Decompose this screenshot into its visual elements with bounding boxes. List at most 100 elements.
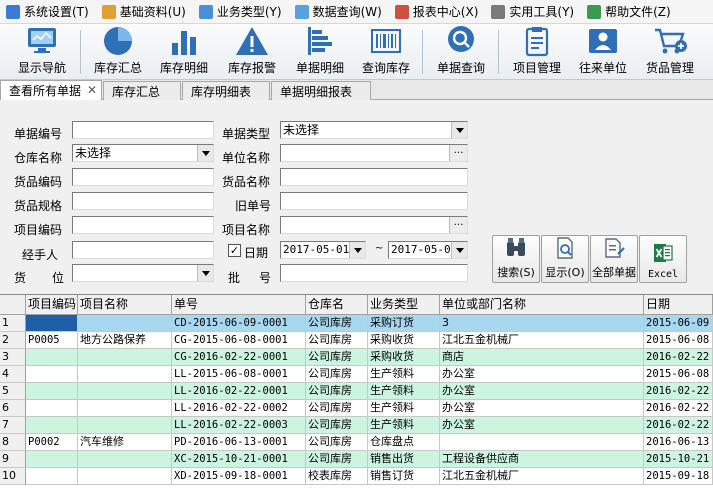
column-header[interactable]: 业务类型: [368, 295, 440, 315]
table-cell[interactable]: P0002: [26, 434, 78, 451]
excel-button[interactable]: Excel: [639, 235, 687, 283]
table-cell[interactable]: [26, 366, 78, 383]
date-to-picker[interactable]: 2017-05-05: [388, 241, 468, 259]
inventory-alarm-button[interactable]: 库存报警: [222, 24, 282, 80]
table-cell[interactable]: LL-2016-02-22-0003: [172, 417, 306, 434]
table-row[interactable]: 5 LL-2016-02-22-0001 公司库房 生产领料 办公室 2016-02-22: [0, 383, 713, 400]
table-cell[interactable]: 生产领料: [368, 400, 440, 417]
table-cell[interactable]: 办公室: [440, 417, 644, 434]
chevron-down-icon[interactable]: [197, 145, 213, 161]
date-checkbox[interactable]: ✓: [228, 244, 241, 257]
tab-inventory-detail[interactable]: 库存明细表: [182, 81, 270, 100]
table-cell[interactable]: 江北五金机械厂: [440, 332, 644, 349]
table-cell[interactable]: [26, 468, 78, 485]
column-header[interactable]: 单位或部门名称: [440, 295, 644, 315]
table-cell[interactable]: [78, 468, 172, 485]
table-cell[interactable]: 生产领料: [368, 366, 440, 383]
table-cell[interactable]: [26, 400, 78, 417]
table-cell[interactable]: 公司库房: [306, 332, 368, 349]
table-row[interactable]: 3 CG-2016-02-22-0001 公司库房 采购收货 商店 2016-02-22: [0, 349, 713, 366]
table-cell[interactable]: PD-2016-06-13-0001: [172, 434, 306, 451]
table-cell[interactable]: 2015-10-21: [644, 451, 713, 468]
column-header[interactable]: 单号: [172, 295, 306, 315]
goods-name-input[interactable]: [280, 168, 468, 186]
all-documents-button[interactable]: 全部单据: [590, 235, 638, 283]
ellipsis-icon[interactable]: …: [449, 217, 467, 233]
table-cell[interactable]: 生产领料: [368, 417, 440, 434]
table-cell[interactable]: [78, 383, 172, 400]
batch-input[interactable]: [280, 264, 468, 282]
table-row[interactable]: 6 LL-2016-02-22-0002 公司库房 生产领料 办公室 2016-02-22: [0, 400, 713, 417]
date-from-picker[interactable]: 2017-05-01: [280, 241, 366, 259]
table-cell[interactable]: [78, 315, 172, 332]
warehouse-select[interactable]: 未选择: [72, 144, 214, 162]
table-cell[interactable]: [26, 451, 78, 468]
table-cell[interactable]: 公司库房: [306, 417, 368, 434]
inventory-summary-button[interactable]: 库存汇总: [88, 24, 148, 80]
table-cell[interactable]: 2015-06-09: [644, 315, 713, 332]
table-cell[interactable]: 地方公路保养: [78, 332, 172, 349]
table-cell[interactable]: CD-2015-06-09-0001: [172, 315, 306, 332]
table-cell[interactable]: 办公室: [440, 383, 644, 400]
menu-item[interactable]: 业务类型(Y): [193, 0, 289, 24]
table-row[interactable]: 10 XD-2015-09-18-0001 校表库房 销售订货 江北五金机械厂 2015-…: [0, 468, 713, 485]
tab-all-documents[interactable]: 查看所有单据 ✕: [0, 80, 102, 100]
table-cell[interactable]: 公司库房: [306, 366, 368, 383]
table-cell[interactable]: CG-2016-02-22-0001: [172, 349, 306, 366]
inventory-query-button[interactable]: 查询库存: [358, 24, 414, 80]
show-button[interactable]: 显示(O): [541, 235, 589, 283]
position-select[interactable]: [72, 264, 214, 282]
table-cell[interactable]: [26, 349, 78, 366]
document-detail-button[interactable]: 单据明细: [290, 24, 350, 80]
table-cell[interactable]: 公司库房: [306, 349, 368, 366]
table-row[interactable]: 4 LL-2015-06-08-0001 公司库房 生产领料 办公室 2015-06-08: [0, 366, 713, 383]
chevron-down-icon[interactable]: [197, 265, 213, 281]
table-cell[interactable]: XC-2015-10-21-0001: [172, 451, 306, 468]
table-cell[interactable]: 工程设备供应商: [440, 451, 644, 468]
table-cell[interactable]: 校表库房: [306, 468, 368, 485]
table-row[interactable]: 1 CD-2015-06-09-0001 公司库房 采购订货 3 2015-06-09: [0, 315, 713, 332]
table-cell[interactable]: 生产领料: [368, 383, 440, 400]
table-cell[interactable]: 2016-02-22: [644, 417, 713, 434]
table-cell[interactable]: LL-2016-02-22-0001: [172, 383, 306, 400]
column-header[interactable]: 仓库名: [306, 295, 368, 315]
table-row[interactable]: 8 P0002 汽车维修 PD-2016-06-13-0001 公司库房 仓库盘点 2016…: [0, 434, 713, 451]
table-cell[interactable]: 销售出货: [368, 451, 440, 468]
goods-code-input[interactable]: [72, 168, 214, 186]
table-cell[interactable]: 2015-06-08: [644, 366, 713, 383]
table-cell[interactable]: 采购收货: [368, 332, 440, 349]
table-cell[interactable]: 2016-06-13: [644, 434, 713, 451]
table-cell[interactable]: CG-2015-06-08-0001: [172, 332, 306, 349]
table-row[interactable]: 7 LL-2016-02-22-0003 公司库房 生产领料 办公室 2016-02-22: [0, 417, 713, 434]
table-cell[interactable]: 公司库房: [306, 400, 368, 417]
table-cell[interactable]: 公司库房: [306, 451, 368, 468]
old-no-input[interactable]: [280, 192, 468, 210]
table-cell[interactable]: 3: [440, 315, 644, 332]
table-cell[interactable]: 2015-06-08: [644, 332, 713, 349]
tab-document-detail-report[interactable]: 单据明细报表: [271, 81, 371, 100]
project-management-button[interactable]: 项目管理: [508, 24, 566, 80]
table-cell[interactable]: 采购收货: [368, 349, 440, 366]
menu-item[interactable]: 系统设置(T): [0, 0, 96, 24]
menu-item[interactable]: 帮助文件(Z): [581, 0, 678, 24]
doc-no-input[interactable]: [72, 121, 214, 139]
partner-button[interactable]: 往来单位: [574, 24, 632, 80]
chevron-down-icon[interactable]: [451, 122, 467, 138]
table-cell[interactable]: 仓库盘点: [368, 434, 440, 451]
table-cell[interactable]: 2016-02-22: [644, 400, 713, 417]
table-cell[interactable]: 2015-09-18: [644, 468, 713, 485]
close-icon[interactable]: ✕: [87, 83, 97, 97]
table-cell[interactable]: [78, 366, 172, 383]
tab-inventory-summary[interactable]: 库存汇总: [103, 81, 181, 100]
search-button[interactable]: 搜索(S): [492, 235, 540, 283]
table-cell[interactable]: 采购订货: [368, 315, 440, 332]
table-cell[interactable]: 公司库房: [306, 315, 368, 332]
table-cell[interactable]: [78, 417, 172, 434]
table-cell[interactable]: P0005: [26, 332, 78, 349]
ellipsis-icon[interactable]: …: [449, 145, 467, 161]
table-cell[interactable]: [26, 383, 78, 400]
menu-item[interactable]: 基础资料(U): [96, 0, 193, 24]
table-cell[interactable]: 商店: [440, 349, 644, 366]
inventory-detail-button[interactable]: 库存明细: [154, 24, 214, 80]
table-cell[interactable]: 2016-02-22: [644, 383, 713, 400]
